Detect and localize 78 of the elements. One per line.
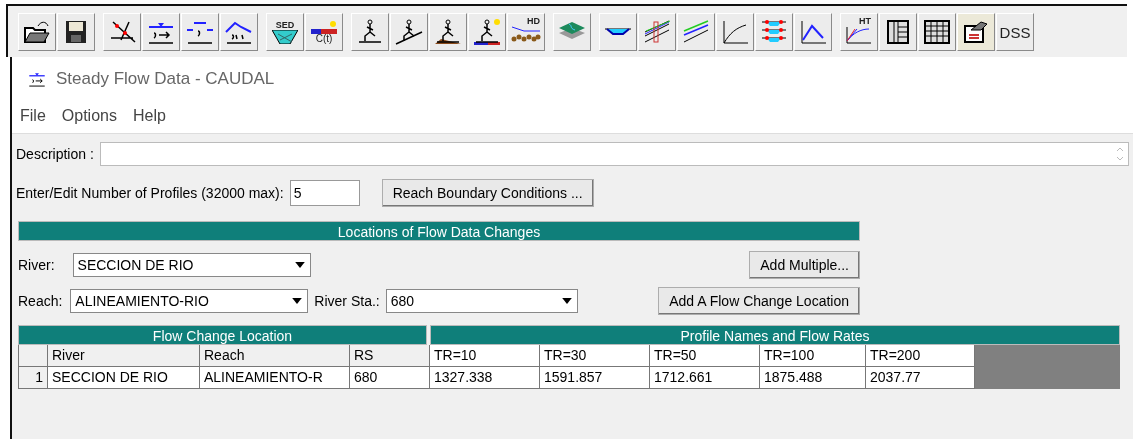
water-quality-icon [311,20,337,34]
grid-icon [922,18,952,46]
toolbar-button[interactable] [957,13,995,51]
profiles-field[interactable]: 5 [289,180,360,206]
table-group-header: Profile Names and Flow Rates [430,325,1120,345]
description-field[interactable] [99,142,1129,166]
caret-icon [561,298,572,304]
dss-button[interactable]: DSS [996,13,1034,51]
runner-icon [394,18,424,46]
toolbar-button[interactable] [351,13,389,51]
toolbar-button[interactable] [220,13,258,51]
toolbar-button[interactable]: SED [266,13,304,51]
reach-label: Reach: [18,293,63,309]
river-station-label: River Sta.: [314,293,380,309]
profiles-label: Enter/Edit Number of Profiles (32000 max): [16,185,284,201]
river-station-dropdown[interactable]: 680 [385,289,578,313]
sediment-icon [272,29,298,44]
toolbar-button[interactable]: HT [840,13,878,51]
peak-chart-icon [798,18,828,46]
toolbar-button[interactable] [599,13,637,51]
table-cell[interactable]: 1327.338 [430,367,540,389]
curve-chart-icon [720,18,750,46]
button-label: HD [527,16,540,26]
toolbar-button[interactable] [57,13,95,51]
profile-plot-icon [642,18,672,46]
table-corner-cell [18,345,48,367]
toolbar-button[interactable]: HD [507,13,545,51]
column-header: TR=10 [430,345,540,367]
table-cell[interactable]: 1591.857 [540,367,650,389]
cross-section-icon [605,28,631,36]
column-header: Reach [200,345,350,367]
column-header: TR=100 [760,345,866,367]
toolbar-button[interactable] [142,13,180,51]
button-label: HT [859,17,871,26]
table-cell[interactable]: 1875.488 [760,367,866,389]
reach-dropdown[interactable]: ALINEAMIENTO-RIO [70,289,309,313]
toolbar-button[interactable] [18,13,56,51]
row-number: 1 [18,367,48,389]
reach-boundary-button[interactable]: Reach Boundary Conditions ... [381,179,594,207]
menu-item[interactable]: Help [132,107,166,125]
toolbar-button[interactable] [879,13,917,51]
section-header: Locations of Flow Data Changes [18,221,860,241]
toolbar-button[interactable] [918,13,956,51]
button-label: C(t) [315,33,333,44]
menu-item[interactable]: Options [61,107,117,125]
caret-icon [292,298,303,304]
toolbar-button[interactable] [677,13,715,51]
toolbar-button[interactable] [429,13,467,51]
add-flow-change-button[interactable]: Add A Flow Change Location [658,287,860,315]
river-label: River: [18,257,55,273]
column-header: TR=200 [866,345,975,367]
table-cell[interactable]: SECCION DE RIO [48,367,200,389]
runner-icon [472,18,502,46]
window-title: Steady Flow Data - CAUDAL [56,69,275,89]
toolbar-button[interactable] [638,13,676,51]
toolbar-button[interactable]: C(t) [305,13,343,51]
toolbar-button[interactable] [181,13,219,51]
column-header: RS [350,345,430,367]
description-label: Description : [16,146,94,162]
toolbar-button[interactable] [468,13,506,51]
river-dropdown[interactable]: SECCION DE RIO [72,253,311,277]
table-cell[interactable]: 680 [350,367,430,389]
column-header: River [48,345,200,367]
table-cell[interactable]: 2037.77 [866,367,975,389]
button-label: SED [275,20,295,30]
toolbar-button[interactable] [390,13,428,51]
table-cell[interactable]: 1712.661 [650,367,760,389]
column-header: TR=50 [650,345,760,367]
table-cell[interactable]: ALINEAMIENTO-R [200,367,350,389]
table-group-header: Flow Change Location [18,325,427,345]
toolbar-button[interactable] [103,13,141,51]
menu-item[interactable]: File [20,107,46,125]
add-multiple-button[interactable]: Add Multiple... [749,251,860,279]
chart-icon [846,27,872,44]
caret-icon [294,262,305,268]
steady-flow-icon [26,70,48,88]
column-header: TR=30 [540,345,650,367]
toolbar-button[interactable] [794,13,832,51]
